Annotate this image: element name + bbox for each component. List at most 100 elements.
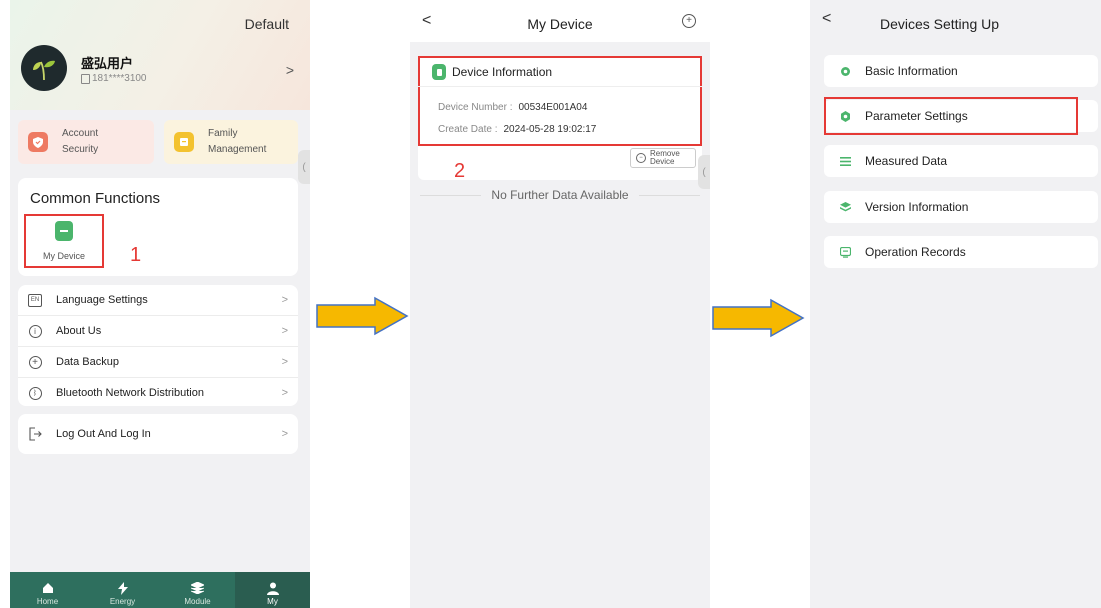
energy-icon	[116, 581, 130, 595]
card-label-line: Family	[208, 128, 238, 139]
user-icon	[266, 581, 280, 595]
plus-circle-icon: +	[28, 355, 42, 369]
device-card-title: Device Information	[452, 65, 553, 79]
setting-label: Basic Information	[865, 64, 958, 78]
step-number-1: 1	[130, 244, 142, 266]
user-phone-text: 181****3100	[92, 73, 147, 84]
settings-menu: EN Language Settings > i About Us > + Da…	[18, 285, 298, 406]
step-number-2: 2	[454, 160, 466, 182]
logout-icon	[28, 427, 42, 441]
device-number-label: Device Number :	[438, 102, 513, 113]
shield-icon	[28, 132, 48, 152]
nav-bar: < My Device +	[410, 0, 710, 42]
sprout-icon	[33, 60, 55, 81]
no-further-data-text: No Further Data Available	[491, 188, 629, 202]
card-label-line: Account	[62, 128, 99, 139]
setting-label: Measured Data	[865, 154, 948, 168]
device-card[interactable]: Device Information Device Number : 00534E…	[418, 56, 702, 182]
tab-energy[interactable]: Energy	[85, 572, 160, 608]
devices-setting-up-screen: < Devices Setting Up Basic Information P…	[810, 0, 1101, 608]
chevron-right-icon: >	[281, 294, 288, 306]
tab-label: My	[267, 597, 278, 606]
bluetooth-icon: ᛒ	[28, 386, 42, 400]
user-phone: 181****3100	[81, 73, 147, 84]
menu-item-data-backup[interactable]: + Data Backup >	[18, 347, 298, 378]
logout-button[interactable]: Log Out And Log In >	[18, 414, 298, 454]
divider	[418, 86, 702, 87]
menu-item-about-us[interactable]: i About Us >	[18, 316, 298, 347]
layers-icon	[839, 201, 851, 213]
bottom-tab-bar: Home Energy Module My	[10, 572, 310, 608]
tab-label: Home	[36, 597, 59, 606]
tab-home[interactable]: Home	[10, 572, 85, 608]
user-name: 盛弘用户	[81, 56, 134, 71]
tab-my[interactable]: My	[235, 572, 310, 608]
menu-label: Data Backup	[56, 356, 119, 368]
operation-records-item[interactable]: Operation Records	[824, 236, 1098, 268]
add-device-icon[interactable]: +	[682, 14, 696, 28]
chevron-right-icon: >	[281, 428, 288, 440]
module-icon	[191, 581, 205, 595]
info-icon: i	[28, 324, 42, 338]
menu-label: Bluetooth Network Distribution	[56, 387, 204, 399]
remove-device-button[interactable]: − Remove Device	[630, 148, 696, 168]
profile-header: Default 盛弘用户 181****3100 >	[10, 0, 310, 110]
chevron-right-icon[interactable]: >	[286, 62, 294, 78]
page-title: Devices Setting Up	[879, 16, 1000, 32]
highlight-box	[824, 97, 1078, 135]
language-icon: EN	[28, 293, 42, 307]
setting-label: Version Information	[865, 200, 969, 214]
common-functions-panel: Common Functions My Device 1	[18, 178, 298, 276]
device-number-row: Device Number : 00534E001A04	[438, 102, 587, 113]
family-management-button[interactable]: Family Management	[164, 120, 298, 164]
record-icon	[839, 246, 851, 258]
next-step-arrow	[712, 298, 805, 338]
measured-data-item[interactable]: Measured Data	[824, 145, 1098, 177]
my-device-tile[interactable]: My Device	[24, 214, 104, 268]
no-further-data: No Further Data Available	[420, 188, 700, 202]
device-number-value: 00534E001A04	[518, 102, 588, 113]
side-collapse-handle[interactable]: (	[298, 150, 310, 184]
chevron-right-icon: >	[281, 325, 288, 337]
chevron-right-icon: >	[281, 356, 288, 368]
basic-information-item[interactable]: Basic Information	[824, 55, 1098, 87]
divider	[638, 194, 700, 196]
chevron-right-icon: >	[281, 387, 288, 399]
gear-icon	[839, 65, 851, 77]
common-functions-title: Common Functions	[30, 190, 161, 207]
my-page-screen: Default 盛弘用户 181****3100 > Account Secur…	[10, 0, 310, 608]
default-button[interactable]: Default	[245, 16, 289, 32]
menu-label: About Us	[56, 325, 102, 337]
device-card-header: Device Information	[432, 64, 552, 80]
family-management-label: Family Management	[208, 126, 266, 158]
create-date-label: Create Date :	[438, 124, 498, 135]
account-security-label: Account Security	[62, 126, 98, 158]
avatar[interactable]	[21, 45, 67, 91]
side-collapse-handle[interactable]: (	[698, 155, 710, 189]
card-label-line: Security	[62, 144, 99, 155]
create-date-row: Create Date : 2024-05-28 19:02:17	[438, 124, 596, 135]
next-step-arrow	[316, 296, 409, 336]
page-title: My Device	[527, 16, 593, 32]
my-device-label: My Device	[42, 251, 85, 261]
tab-label: Energy	[109, 597, 136, 606]
tab-label: Module	[184, 597, 211, 606]
create-date-value: 2024-05-28 19:02:17	[503, 124, 597, 135]
card-label-line: Management	[208, 144, 267, 155]
setting-label: Operation Records	[865, 245, 966, 259]
logout-panel: Log Out And Log In >	[18, 414, 298, 454]
phone-icon	[81, 73, 90, 84]
menu-item-bluetooth[interactable]: ᛒ Bluetooth Network Distribution >	[18, 378, 298, 408]
tab-module[interactable]: Module	[160, 572, 235, 608]
menu-item-language-settings[interactable]: EN Language Settings >	[18, 285, 298, 316]
nav-bar: < Devices Setting Up	[810, 0, 1101, 40]
version-information-item[interactable]: Version Information	[824, 191, 1098, 223]
family-icon	[174, 132, 194, 152]
account-security-button[interactable]: Account Security	[18, 120, 154, 164]
my-device-screen: < My Device + Device Information Device …	[410, 0, 710, 608]
menu-label: Language Settings	[56, 294, 148, 306]
remove-device-label: Remove Device	[650, 150, 680, 166]
minus-circle-icon: −	[636, 153, 646, 163]
device-icon	[55, 221, 73, 241]
home-icon	[41, 581, 55, 595]
